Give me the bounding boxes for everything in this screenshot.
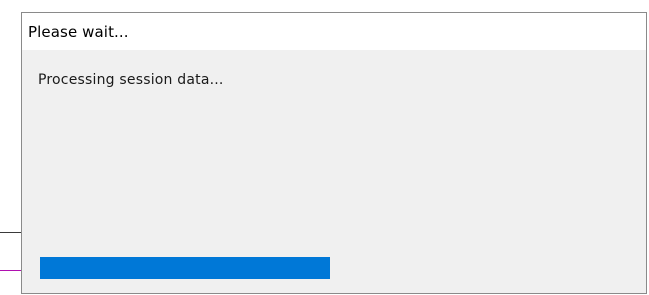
dialog-title: Please wait... (28, 22, 129, 41)
progress-bar-fill (40, 257, 330, 279)
status-message: Processing session data... (38, 72, 224, 88)
dialog-titlebar[interactable]: Please wait... (22, 13, 646, 50)
background-divider-line (0, 232, 22, 233)
progress-dialog: Please wait... Processing session data..… (21, 12, 647, 294)
progress-bar (40, 257, 620, 279)
background-magenta-line (0, 270, 22, 271)
